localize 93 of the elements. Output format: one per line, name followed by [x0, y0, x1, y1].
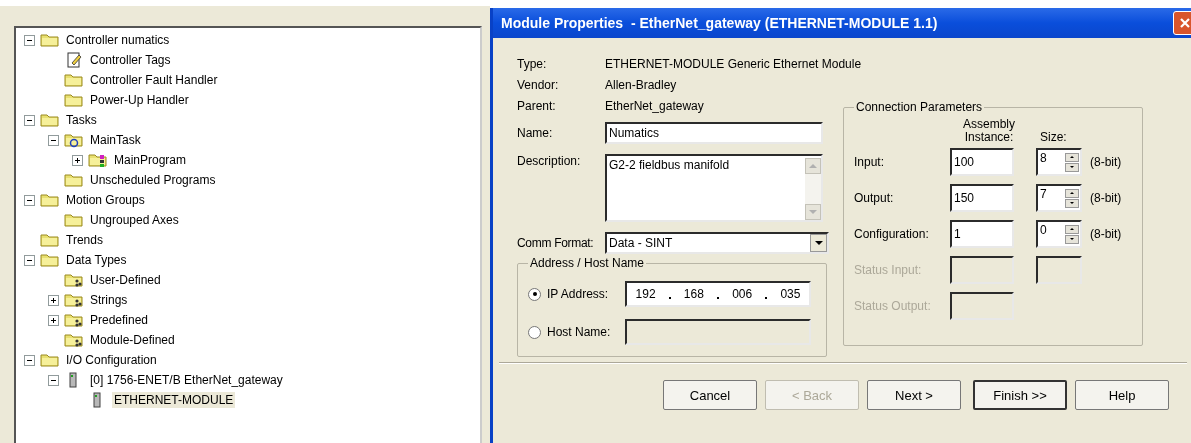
- unit-label: (8-bit): [1090, 191, 1122, 205]
- group-title: Connection Parameters: [855, 100, 984, 114]
- field-label: Vendor:: [517, 78, 560, 92]
- field-value: Allen-Bradley: [605, 78, 677, 92]
- expander-icon[interactable]: [48, 374, 59, 386]
- expander-icon[interactable]: [24, 34, 35, 46]
- tree-item[interactable]: Controller numatics: [64, 32, 172, 48]
- radio-button[interactable]: [528, 287, 541, 301]
- folder-icon: [64, 72, 84, 88]
- expander-icon[interactable]: [24, 114, 35, 126]
- scrollbar[interactable]: [805, 158, 821, 220]
- instance-field[interactable]: [950, 292, 1014, 320]
- group-title: Address / Host Name: [529, 256, 646, 270]
- tree-item[interactable]: MainProgram: [112, 152, 189, 168]
- tree-item[interactable]: I/O Configuration: [64, 352, 159, 368]
- radio-label: Host Name:: [547, 325, 612, 339]
- folder-icon: [64, 92, 84, 108]
- program-folder-icon: [88, 152, 108, 168]
- field-label: Output:: [854, 191, 895, 205]
- expander-icon[interactable]: [24, 194, 35, 206]
- tree-item[interactable]: MainTask: [88, 132, 143, 148]
- field-label: Comm Format:: [517, 236, 595, 250]
- folder-icon: [64, 212, 84, 228]
- expander-icon[interactable]: [24, 254, 35, 266]
- tag-document-icon: [64, 52, 84, 68]
- expander-icon[interactable]: [72, 154, 83, 166]
- host-name-field[interactable]: [625, 319, 811, 345]
- instance-field[interactable]: [950, 256, 1014, 284]
- unit-label: (8-bit): [1090, 155, 1122, 169]
- task-folder-icon: [64, 132, 84, 148]
- comm-format-dropdown[interactable]: Data - SINT: [605, 232, 829, 254]
- dialog-button[interactable]: Finish >>: [973, 380, 1067, 410]
- field-label: Configuration:: [854, 227, 930, 241]
- folder-icon: [64, 172, 84, 188]
- tree-item[interactable]: Tasks: [64, 112, 99, 128]
- tree-item[interactable]: Unscheduled Programs: [88, 172, 218, 188]
- column-heading: Assembly Instance:: [962, 118, 1016, 144]
- description-field[interactable]: G2-2 fieldbus manifold: [605, 154, 823, 222]
- tree-item[interactable]: User-Defined: [88, 272, 163, 288]
- data-type-folder-icon: [64, 312, 84, 328]
- close-icon: [1179, 17, 1191, 29]
- field-label: Parent:: [517, 99, 557, 113]
- size-spinner[interactable]: 8: [1036, 148, 1082, 176]
- instance-field[interactable]: 1: [950, 220, 1014, 248]
- field-label: Description:: [517, 154, 582, 168]
- tree-item[interactable]: Module-Defined: [88, 332, 177, 348]
- folder-icon: [40, 232, 60, 248]
- tree-item[interactable]: Controller Fault Handler: [88, 72, 220, 88]
- tree-item[interactable]: Controller Tags: [88, 52, 173, 68]
- column-heading: Size:: [1039, 130, 1068, 144]
- tree-item[interactable]: Motion Groups: [64, 192, 147, 208]
- tree-item[interactable]: Strings: [88, 292, 130, 308]
- size-spinner[interactable]: 7: [1036, 184, 1082, 212]
- data-type-folder-icon: [64, 292, 84, 308]
- instance-field[interactable]: 100: [950, 148, 1014, 176]
- unit-label: (8-bit): [1090, 227, 1122, 241]
- field-label: Status Input:: [854, 263, 923, 277]
- radio-label: IP Address:: [547, 287, 610, 301]
- ip-address-field[interactable]: 192 168 006 035: [625, 281, 811, 307]
- size-spinner[interactable]: 0: [1036, 220, 1082, 248]
- expander-icon[interactable]: [24, 354, 35, 366]
- folder-icon: [40, 352, 60, 368]
- folder-icon: [40, 192, 60, 208]
- data-type-folder-icon: [64, 272, 84, 288]
- dialog-button[interactable]: Cancel: [663, 380, 757, 410]
- field-label: Input:: [854, 155, 886, 169]
- tree-item[interactable]: Power-Up Handler: [88, 92, 191, 108]
- field-label: Type:: [517, 57, 548, 71]
- expander-icon[interactable]: [48, 314, 59, 326]
- tree-item[interactable]: ETHERNET-MODULE: [112, 392, 236, 408]
- data-type-folder-icon: [64, 332, 84, 348]
- tree-item[interactable]: Predefined: [88, 312, 151, 328]
- tree-item[interactable]: Ungrouped Axes: [88, 212, 181, 228]
- field-value: ETHERNET-MODULE Generic Ethernet Module: [605, 57, 862, 71]
- close-button[interactable]: [1173, 11, 1191, 35]
- size-field[interactable]: [1036, 256, 1082, 284]
- instance-field[interactable]: 150: [950, 184, 1014, 212]
- field-label: Status Output:: [854, 299, 932, 313]
- folder-icon: [40, 112, 60, 128]
- field-value: EtherNet_gateway: [605, 99, 704, 113]
- radio-button[interactable]: [528, 325, 541, 339]
- tree-item[interactable]: Trends: [64, 232, 105, 248]
- tree-item[interactable]: [0] 1756-ENET/B EtherNet_gateway: [88, 372, 285, 388]
- field-label: Name:: [517, 126, 554, 140]
- window-title: Module Properties - EtherNet_gateway (ETHERNET-MODULE 1.1): [501, 15, 938, 31]
- tree-item[interactable]: Data Types: [64, 252, 129, 268]
- dialog-button[interactable]: Next >: [867, 380, 961, 410]
- expander-icon[interactable]: [48, 294, 59, 306]
- dialog-button[interactable]: Help: [1075, 380, 1169, 410]
- folder-icon: [40, 252, 60, 268]
- folder-icon: [40, 32, 60, 48]
- name-field[interactable]: Numatics: [605, 122, 823, 144]
- expander-icon[interactable]: [48, 134, 59, 146]
